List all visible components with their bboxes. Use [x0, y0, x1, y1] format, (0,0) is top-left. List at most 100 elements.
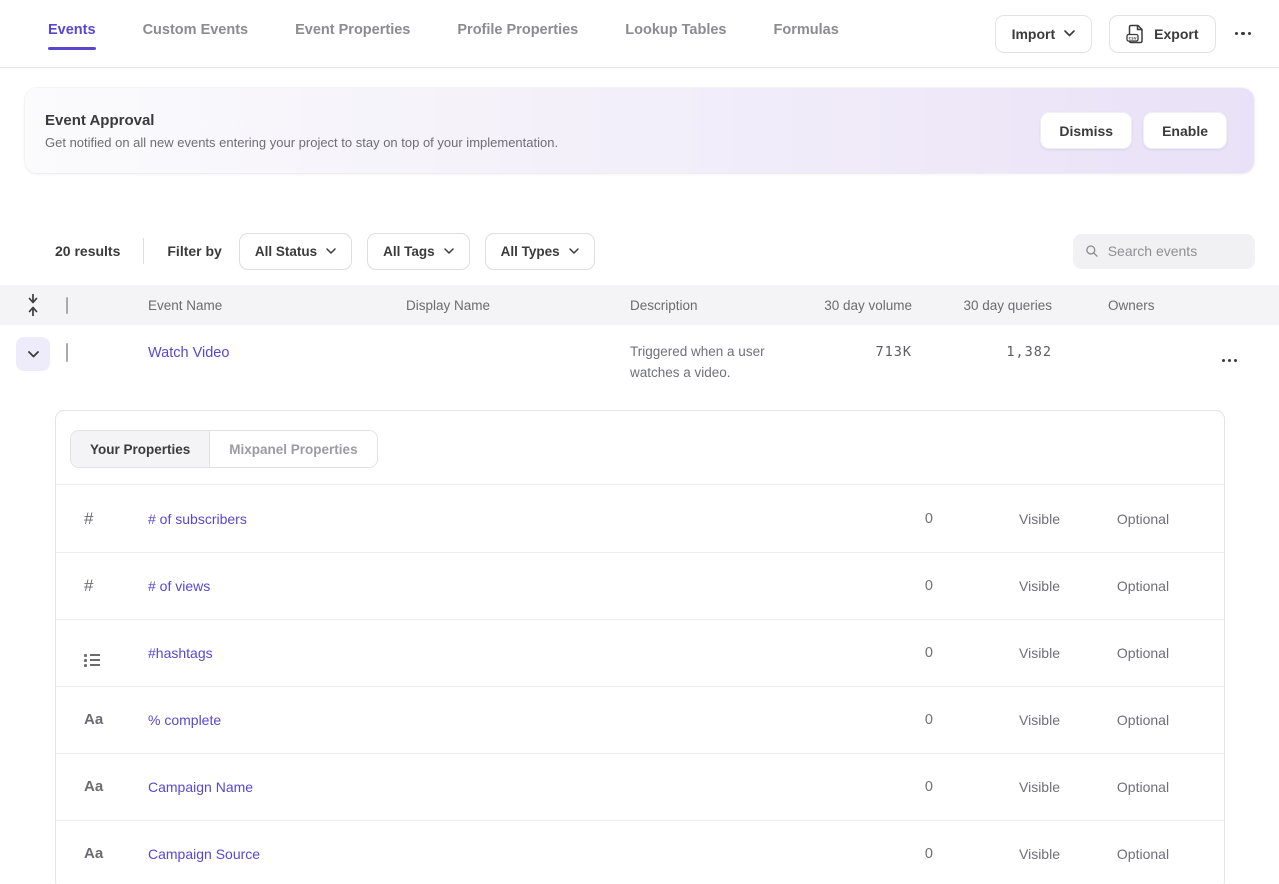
tab-profile-properties[interactable]: Profile Properties [457, 22, 578, 50]
types-filter-label: All Types [501, 244, 560, 259]
tab-events-label: Events [48, 22, 96, 38]
export-button-label: Export [1154, 26, 1198, 42]
column-header-30-day-queries: 30 day queries [920, 298, 1060, 313]
import-button[interactable]: Import [995, 15, 1093, 53]
event-properties-panel: Your Properties Mixpanel Properties # # … [55, 410, 1225, 884]
tab-formulas[interactable]: Formulas [774, 22, 839, 50]
search-input[interactable] [1108, 243, 1243, 259]
select-all-checkbox[interactable] [66, 297, 68, 314]
number-type-icon: # [84, 576, 93, 595]
chevron-down-icon [569, 248, 579, 254]
property-value: 0 [823, 578, 933, 594]
event-name-link[interactable]: Watch Video [148, 345, 229, 361]
tab-underline [295, 47, 410, 50]
property-visibility: Visible [933, 578, 1098, 594]
property-row: # # of subscribers 0 Visible Optional [56, 485, 1224, 552]
property-name-link[interactable]: # of views [148, 578, 823, 594]
row-expander-button[interactable] [16, 337, 50, 371]
event-approval-banner: Event Approval Get notified on all new e… [25, 88, 1254, 173]
tab-profile-properties-label: Profile Properties [457, 22, 578, 38]
row-more-menu-ellipsis-icon[interactable] [1220, 353, 1239, 368]
text-type-icon: Aa [84, 711, 103, 728]
property-value: 0 [823, 712, 933, 728]
row-checkbox[interactable] [66, 343, 68, 362]
property-name-link[interactable]: #hashtags [148, 645, 823, 661]
tags-filter-dropdown[interactable]: All Tags [367, 233, 470, 270]
property-value: 0 [823, 645, 933, 661]
column-header-30-day-volume: 30 day volume [810, 298, 920, 313]
collapse-rows-icon[interactable] [26, 293, 40, 317]
tab-lookup-tables[interactable]: Lookup Tables [625, 22, 726, 50]
top-navigation: Events Custom Events Event Properties Pr… [0, 0, 1279, 68]
owners-cell [1060, 325, 1190, 344]
nav-more-menu-ellipsis-icon[interactable] [1233, 26, 1254, 42]
event-row-watch-video: Watch Video Triggered when a user watche… [0, 325, 1279, 403]
tab-event-properties[interactable]: Event Properties [295, 22, 410, 50]
property-requirement: Optional [1098, 846, 1224, 862]
property-name-link[interactable]: # of subscribers [148, 511, 823, 527]
property-row: Aa Campaign Source 0 Visible Optional [56, 820, 1224, 884]
export-button[interactable]: csv Export [1109, 15, 1215, 53]
property-value: 0 [823, 511, 933, 527]
tab-your-properties[interactable]: Your Properties [71, 431, 209, 467]
tab-events[interactable]: Events [48, 22, 96, 50]
property-requirement: Optional [1098, 712, 1224, 728]
property-visibility: Visible [933, 712, 1098, 728]
property-row: Aa % complete 0 Visible Optional [56, 686, 1224, 753]
tab-mixpanel-properties[interactable]: Mixpanel Properties [209, 431, 376, 467]
tab-underline [457, 47, 578, 50]
queries-cell: 1,382 [920, 325, 1060, 360]
properties-panel-header: Your Properties Mixpanel Properties [56, 411, 1224, 485]
tab-underline [143, 47, 249, 50]
property-name-link[interactable]: Campaign Name [148, 779, 823, 795]
status-filter-label: All Status [255, 244, 317, 259]
banner-description: Get notified on all new events entering … [45, 135, 558, 150]
property-requirement: Optional [1098, 779, 1224, 795]
tab-event-properties-label: Event Properties [295, 22, 410, 38]
search-box [1073, 234, 1255, 269]
banner-text: Event Approval Get notified on all new e… [45, 112, 558, 150]
property-row: # # of views 0 Visible Optional [56, 552, 1224, 619]
property-visibility: Visible [933, 511, 1098, 527]
chevron-down-icon [1064, 30, 1075, 37]
tab-underline [774, 47, 839, 50]
property-visibility: Visible [933, 846, 1098, 862]
number-type-icon: # [84, 509, 93, 528]
lexicon-tabs: Events Custom Events Event Properties Pr… [48, 22, 839, 50]
results-count: 20 results [55, 243, 120, 259]
properties-tab-switcher: Your Properties Mixpanel Properties [70, 430, 378, 468]
status-filter-dropdown[interactable]: All Status [239, 233, 352, 270]
banner-actions: Dismiss Enable [1040, 112, 1227, 149]
csv-file-icon: csv [1126, 24, 1145, 44]
tags-filter-label: All Tags [383, 244, 435, 259]
property-visibility: Visible [933, 779, 1098, 795]
column-header-display-name: Display Name [406, 298, 630, 313]
property-name-link[interactable]: Campaign Source [148, 846, 823, 862]
svg-text:csv: csv [1129, 36, 1138, 41]
nav-actions: Import csv Export [995, 15, 1253, 53]
divider [143, 238, 144, 264]
dismiss-button[interactable]: Dismiss [1040, 112, 1132, 149]
description-cell: Triggered when a user watches a video. [630, 325, 810, 383]
tab-custom-events[interactable]: Custom Events [143, 22, 249, 50]
active-tab-underline [48, 47, 96, 50]
events-table-header: Event Name Display Name Description 30 d… [0, 285, 1279, 325]
types-filter-dropdown[interactable]: All Types [485, 233, 595, 270]
volume-cell: 713K [810, 325, 920, 360]
text-type-icon: Aa [84, 778, 103, 795]
property-visibility: Visible [933, 645, 1098, 661]
property-row: #hashtags 0 Visible Optional [56, 619, 1224, 686]
tab-lookup-tables-label: Lookup Tables [625, 22, 726, 38]
property-requirement: Optional [1098, 578, 1224, 594]
property-requirement: Optional [1098, 645, 1224, 661]
filter-toolbar: 20 results Filter by All Status All Tags… [55, 232, 1255, 270]
enable-button[interactable]: Enable [1143, 112, 1227, 149]
text-type-icon: Aa [84, 845, 103, 862]
collapse-all-cell [0, 293, 66, 317]
import-button-label: Import [1012, 26, 1056, 42]
property-name-link[interactable]: % complete [148, 712, 823, 728]
column-header-event-name: Event Name [118, 298, 406, 313]
tab-custom-events-label: Custom Events [143, 22, 249, 38]
property-requirement: Optional [1098, 511, 1224, 527]
column-header-description: Description [630, 298, 810, 313]
